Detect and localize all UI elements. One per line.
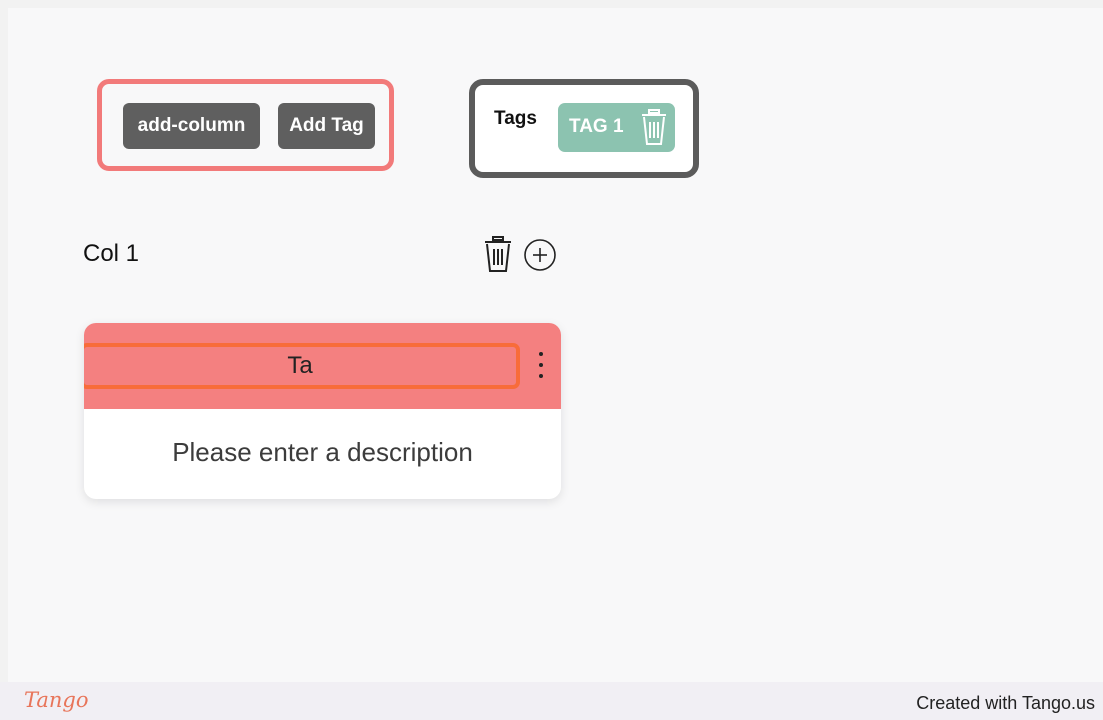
add-tag-button[interactable]: Add Tag — [278, 103, 375, 149]
card-header — [84, 323, 561, 409]
footer-credit: Created with Tango.us — [916, 693, 1095, 713]
delete-column-icon[interactable] — [482, 234, 514, 279]
column-title: Col 1 — [83, 240, 140, 267]
add-column-button[interactable]: add-column — [123, 103, 260, 149]
tag-chip-label: TAG 1 — [569, 116, 624, 137]
card-description[interactable]: Please enter a description — [84, 437, 561, 468]
more-options-icon[interactable] — [532, 348, 550, 382]
card-title-input[interactable] — [84, 343, 520, 389]
tag-chip[interactable]: TAG 1 — [558, 103, 675, 152]
tango-logo: Tango — [24, 688, 89, 712]
tags-label: Tags — [494, 108, 537, 129]
task-card: Please enter a description — [84, 323, 561, 499]
trash-icon[interactable] — [639, 107, 669, 152]
footer: Tango Created with Tango.us — [0, 682, 1103, 720]
add-card-icon[interactable] — [522, 237, 558, 278]
